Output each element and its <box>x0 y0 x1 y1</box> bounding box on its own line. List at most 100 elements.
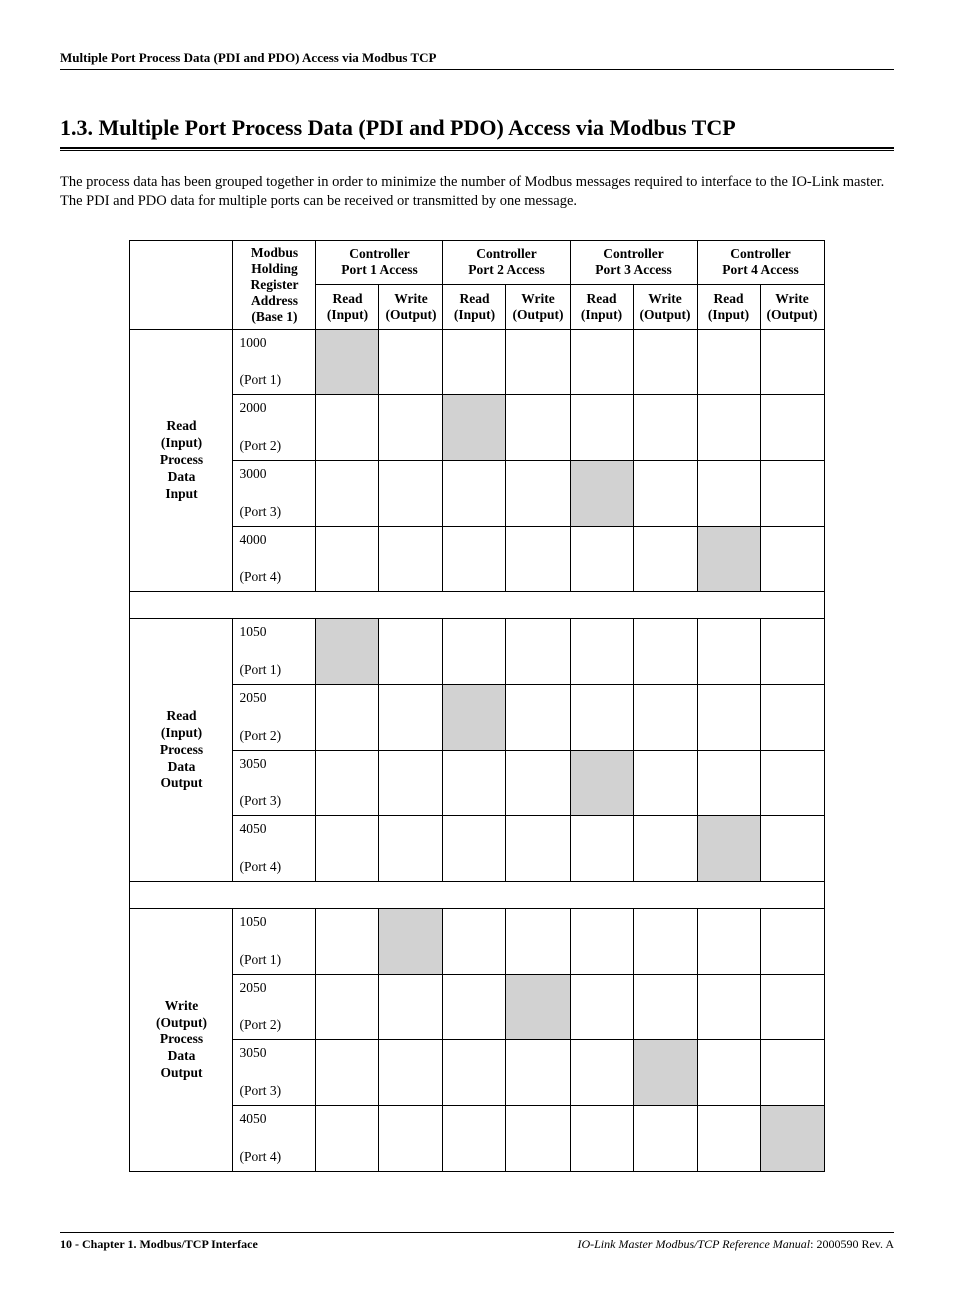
table-head: Modbus Holding Register Address (Base 1)… <box>130 240 824 329</box>
access-table: Modbus Holding Register Address (Base 1)… <box>129 240 824 1172</box>
cell-read <box>443 395 506 461</box>
cell-write <box>760 1106 824 1172</box>
th-port3: Controller Port 3 Access <box>570 240 697 285</box>
row-group-label: Write(Output)ProcessDataOutput <box>130 909 233 1172</box>
cell-write <box>760 619 824 685</box>
spacer-row <box>130 882 824 909</box>
table-row: 2000(Port 2) <box>130 395 824 461</box>
running-header: Multiple Port Process Data (PDI and PDO)… <box>60 50 894 70</box>
cell-address: 2000(Port 2) <box>233 395 316 461</box>
cell-write <box>760 460 824 526</box>
title-rule-thin <box>60 150 894 151</box>
cell-write <box>760 816 824 882</box>
th-text: (Input) <box>581 307 622 322</box>
cell-read <box>443 526 506 592</box>
th-text: (Input) <box>327 307 368 322</box>
th-text: Write <box>394 291 428 306</box>
cell-address: 2050(Port 2) <box>233 685 316 751</box>
th-text: Controller <box>349 246 410 261</box>
spacer-cell <box>130 592 824 619</box>
cell-address: 1000(Port 1) <box>233 329 316 395</box>
cell-read <box>443 685 506 751</box>
cell-write <box>633 619 697 685</box>
cell-read <box>316 329 379 395</box>
cell-write <box>506 974 570 1040</box>
cell-write <box>379 750 443 816</box>
cell-address: 1050(Port 1) <box>233 619 316 685</box>
cell-write <box>633 816 697 882</box>
cell-read <box>697 816 760 882</box>
cell-read <box>570 460 633 526</box>
cell-write <box>379 1106 443 1172</box>
cell-write <box>506 909 570 975</box>
cell-read <box>570 685 633 751</box>
th-text: Port 3 Access <box>595 262 671 277</box>
cell-write <box>760 974 824 1040</box>
th-port2: Controller Port 2 Access <box>443 240 570 285</box>
th-write: Write(Output) <box>506 285 570 330</box>
table-row: Write(Output)ProcessDataOutput1050(Port … <box>130 909 824 975</box>
cell-write <box>633 750 697 816</box>
table-row: 3050(Port 3) <box>130 750 824 816</box>
cell-read <box>697 909 760 975</box>
cell-write <box>633 526 697 592</box>
cell-write <box>379 395 443 461</box>
cell-read <box>316 460 379 526</box>
section-title: 1.3. Multiple Port Process Data (PDI and… <box>100 115 894 141</box>
cell-write <box>379 816 443 882</box>
section-title-text: Multiple Port Process Data (PDI and PDO)… <box>99 115 736 140</box>
cell-write <box>633 685 697 751</box>
th-text: (Output) <box>512 307 563 322</box>
cell-write <box>760 1040 824 1106</box>
th-text: Controller <box>730 246 791 261</box>
cell-address: 3000(Port 3) <box>233 460 316 526</box>
cell-read <box>443 816 506 882</box>
cell-read <box>570 816 633 882</box>
intro-paragraph: The process data has been grouped togeth… <box>60 173 894 209</box>
table-row: 4050(Port 4) <box>130 816 824 882</box>
cell-read <box>697 526 760 592</box>
footer-manual: IO-Link Master Modbus/TCP Reference Manu… <box>577 1237 810 1251</box>
cell-read <box>697 619 760 685</box>
cell-write <box>633 460 697 526</box>
th-text: Controller <box>603 246 664 261</box>
cell-read <box>316 1106 379 1172</box>
cell-address: 4050(Port 4) <box>233 816 316 882</box>
cell-read <box>316 395 379 461</box>
cell-write <box>760 909 824 975</box>
th-write: Write(Output) <box>379 285 443 330</box>
th-read: Read(Input) <box>443 285 506 330</box>
footer-left: 10 - Chapter 1. Modbus/TCP Interface <box>60 1237 258 1252</box>
th-text: Read <box>587 291 617 306</box>
cell-write <box>760 750 824 816</box>
cell-write <box>379 329 443 395</box>
cell-read <box>316 974 379 1040</box>
cell-write <box>506 395 570 461</box>
cell-write <box>760 685 824 751</box>
th-read: Read(Input) <box>316 285 379 330</box>
th-text: Register <box>250 277 298 292</box>
cell-write <box>379 460 443 526</box>
th-text: Holding <box>251 261 298 276</box>
cell-write <box>633 329 697 395</box>
cell-write <box>506 329 570 395</box>
th-text: (Output) <box>385 307 436 322</box>
th-text: (Input) <box>708 307 749 322</box>
table-row: 4050(Port 4) <box>130 1106 824 1172</box>
cell-write <box>506 460 570 526</box>
table-body: Read(Input)ProcessDataInput1000(Port 1)2… <box>130 329 824 1171</box>
spacer-cell <box>130 882 824 909</box>
th-text: Read <box>459 291 489 306</box>
cell-write <box>633 1040 697 1106</box>
cell-address: 3050(Port 3) <box>233 750 316 816</box>
cell-write <box>633 1106 697 1172</box>
cell-read <box>697 1106 760 1172</box>
th-text: Port 2 Access <box>468 262 544 277</box>
cell-read <box>443 619 506 685</box>
cell-write <box>379 974 443 1040</box>
cell-write <box>379 526 443 592</box>
cell-read <box>697 395 760 461</box>
table-row: Read(Input)ProcessDataInput1000(Port 1) <box>130 329 824 395</box>
cell-read <box>570 395 633 461</box>
cell-read <box>316 526 379 592</box>
